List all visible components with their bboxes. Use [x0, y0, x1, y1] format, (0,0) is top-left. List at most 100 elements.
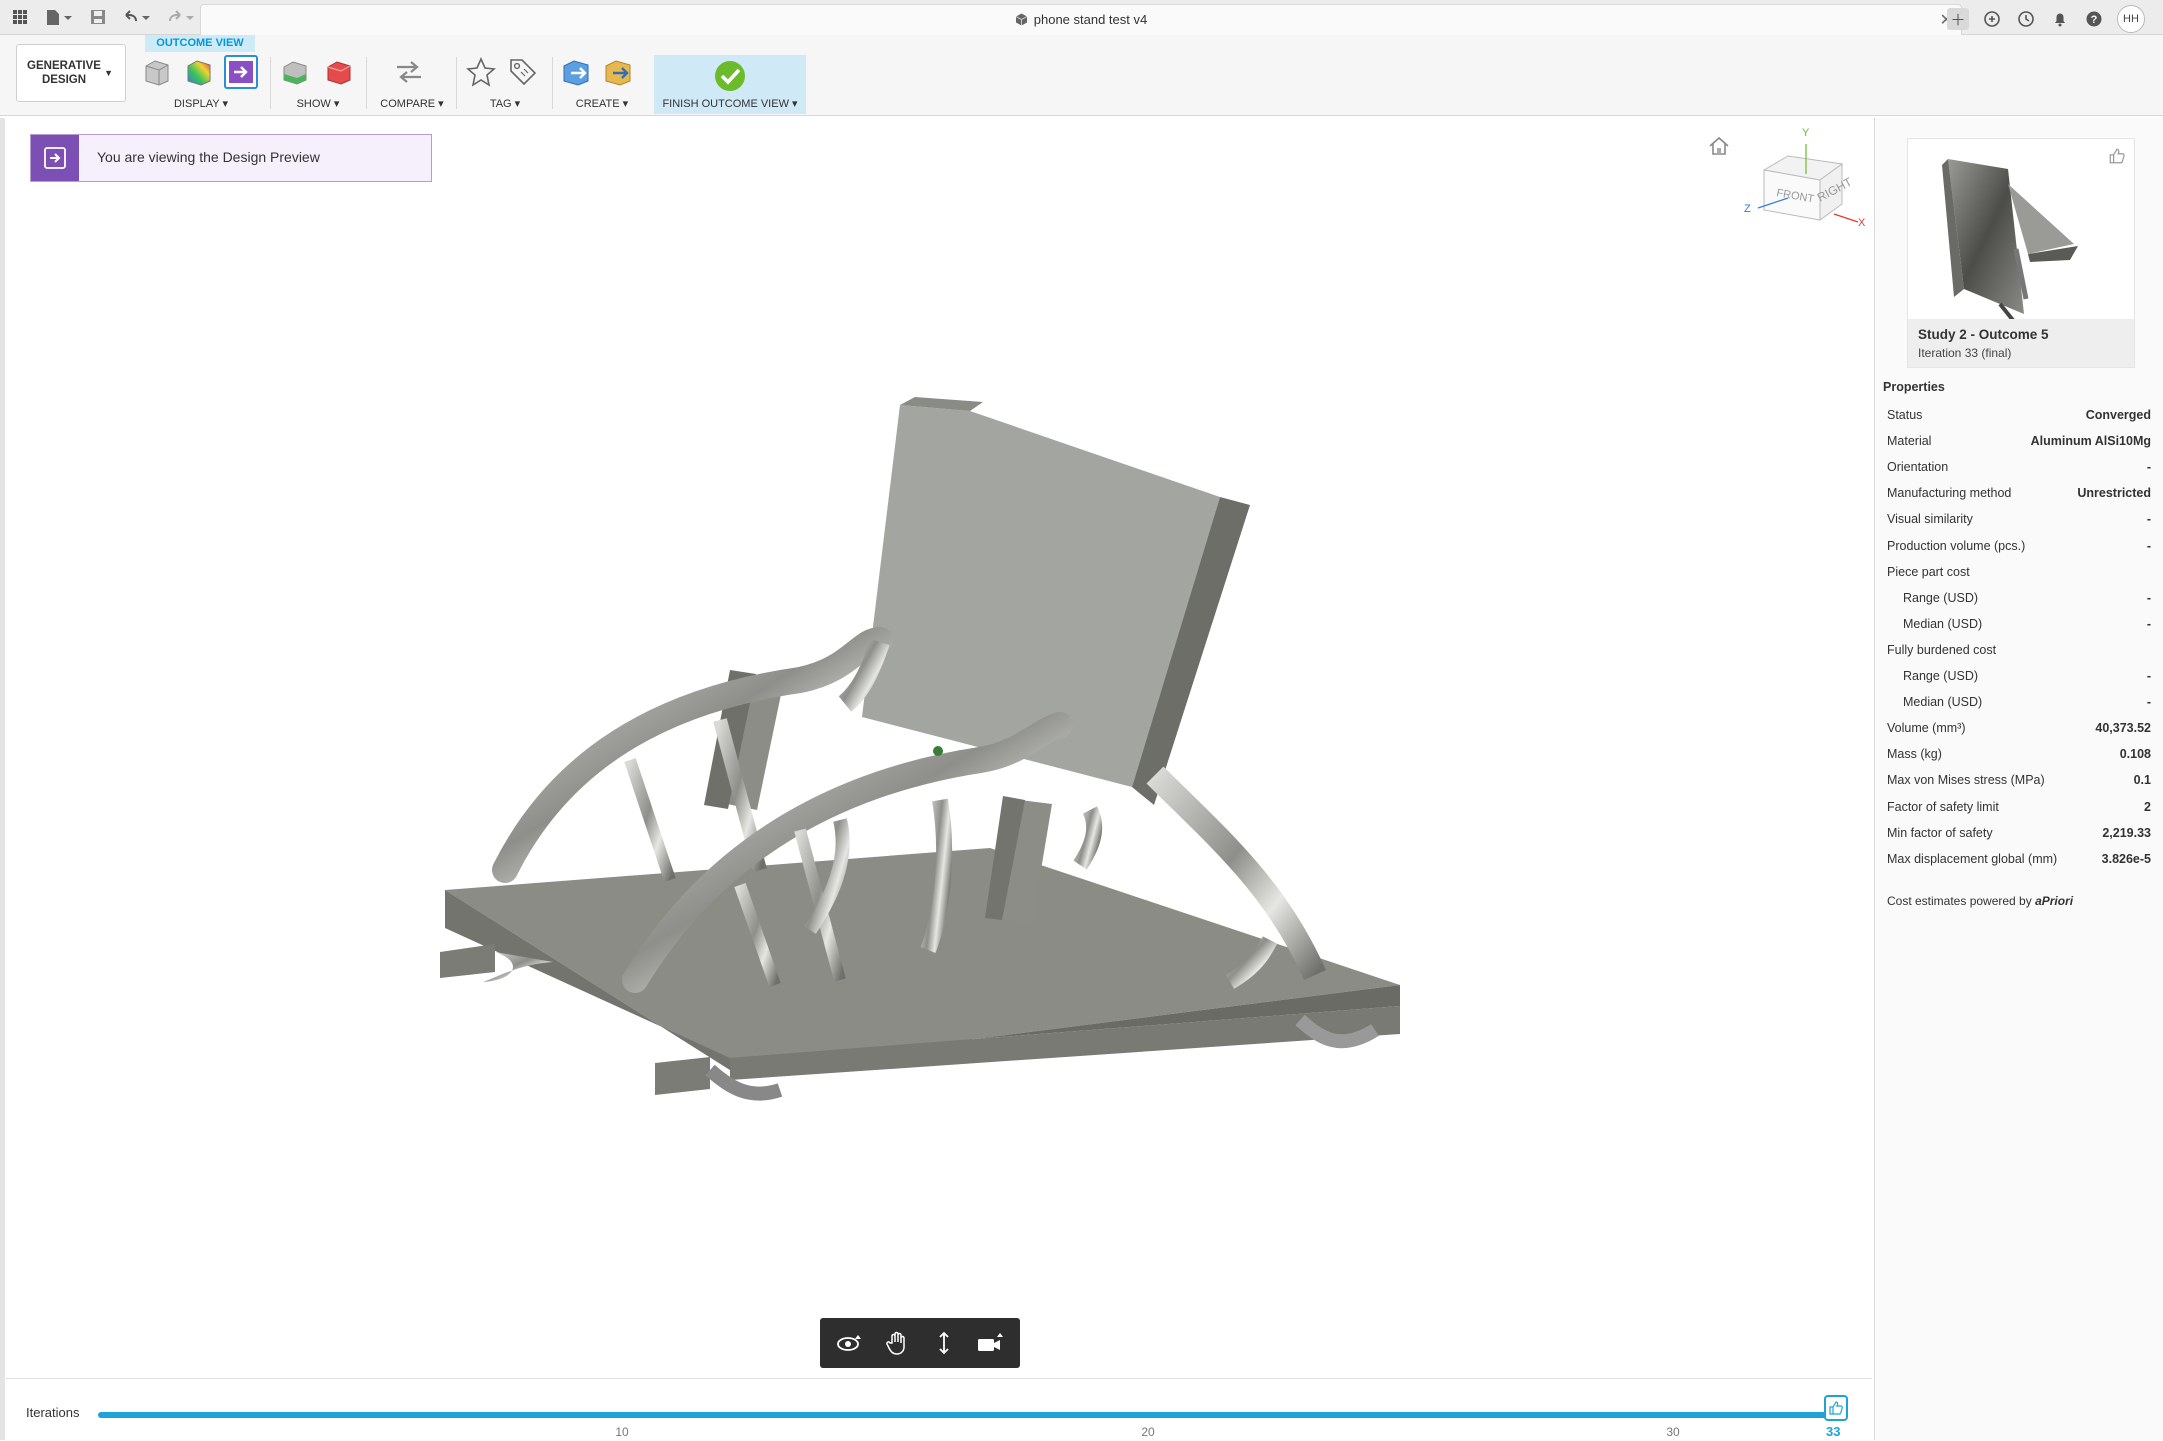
view-cube[interactable]: FRONT RIGHT Y Z X — [1738, 124, 1868, 239]
property-row: Volume (mm³) 40,373.52 — [1887, 721, 2151, 747]
notifications-bell-icon[interactable] — [2049, 8, 2071, 30]
property-key: Min factor of safety — [1887, 825, 1993, 840]
property-row: Max displacement global (mm) 3.826e-5 — [1887, 852, 2151, 878]
property-value: - — [2146, 669, 2151, 683]
display-group: DISPLAY ▾ — [140, 55, 262, 115]
title-bar: phone stand test v4 ✕ ＋ ? HH — [0, 0, 2163, 35]
cost-note-prefix: Cost estimates powered by — [1887, 894, 2032, 908]
compare-arrows-icon[interactable] — [392, 55, 426, 89]
property-key: Production volume (pcs.) — [1887, 538, 2026, 553]
iteration-tick-label: 10 — [615, 1425, 629, 1439]
svg-text:?: ? — [2091, 14, 2098, 26]
property-value: - — [2146, 695, 2151, 710]
file-menu-icon[interactable] — [42, 5, 76, 29]
undo-icon[interactable] — [120, 5, 154, 29]
banner-text: You are viewing the Design Preview — [97, 149, 320, 165]
property-row: Visual similarity - — [1887, 512, 2151, 538]
property-key: Range (USD) — [1903, 669, 1979, 683]
property-row: Factor of safety limit 2 — [1887, 800, 2151, 826]
property-value: 2,219.33 — [2102, 825, 2151, 840]
browser-collapse-strip[interactable] — [0, 118, 5, 1440]
axis-x-label: X — [1858, 217, 1866, 229]
property-key: Status — [1887, 408, 1923, 422]
axis-y-label: Y — [1802, 127, 1810, 139]
design-preview-icon — [31, 135, 79, 181]
display-stress-icon[interactable] — [182, 55, 216, 89]
property-key: Piece part cost — [1887, 564, 1970, 579]
tag-icon[interactable] — [506, 55, 540, 89]
show-group: SHOW ▾ — [278, 55, 358, 115]
property-value: Converged — [2085, 408, 2151, 422]
phone-stand-model[interactable] — [420, 380, 1420, 1125]
ribbon-divider — [456, 57, 457, 109]
property-key: Factor of safety limit — [1887, 799, 1999, 814]
iterations-slider-thumb[interactable] — [1824, 1395, 1848, 1421]
ribbon-divider — [552, 57, 553, 109]
toolbar-ribbon: GENERATIVE DESIGN ▼ OUTCOME VIEW DISPLAY… — [0, 35, 2163, 116]
show-menu-label[interactable]: SHOW ▾ — [278, 97, 358, 110]
save-icon[interactable] — [86, 5, 110, 29]
property-row: Orientation - — [1887, 460, 2151, 486]
zoom-icon[interactable] — [926, 1325, 962, 1361]
display-menu-label[interactable]: DISPLAY ▾ — [140, 97, 262, 110]
property-row: Fully burdened cost — [1887, 643, 2151, 669]
tag-menu-label[interactable]: TAG ▾ — [464, 97, 546, 110]
job-status-icon[interactable] — [2015, 8, 2037, 30]
outcome-card[interactable]: Study 2 - Outcome 5 Iteration 33 (final) — [1907, 138, 2135, 368]
iterations-slider-track[interactable] — [98, 1412, 1834, 1418]
properties-heading: Properties — [1883, 380, 1945, 394]
property-row: Piece part cost — [1887, 565, 2151, 591]
outcome-properties-panel: Study 2 - Outcome 5 Iteration 33 (final)… — [1874, 118, 2163, 1440]
property-row: Max von Mises stress (MPa) 0.1 — [1887, 773, 2151, 799]
property-row: Range (USD) - — [1887, 591, 2151, 617]
document-tab[interactable]: phone stand test v4 ✕ — [200, 4, 1962, 35]
design-preview-icon[interactable] — [224, 55, 258, 89]
pan-hand-icon[interactable] — [879, 1325, 915, 1361]
workspace-switcher[interactable]: GENERATIVE DESIGN ▼ — [16, 44, 126, 102]
property-row: Status Converged — [1887, 408, 2151, 434]
workspace-label-line1: GENERATIVE — [27, 60, 101, 72]
outcome-thumbnail — [1908, 139, 2134, 326]
finish-outcome-view-label[interactable]: FINISH OUTCOME VIEW ▾ — [654, 97, 806, 110]
property-key: Max displacement global (mm) — [1887, 851, 2058, 866]
property-key: Volume (mm³) — [1887, 721, 1966, 736]
create-menu-label[interactable]: CREATE ▾ — [560, 97, 644, 110]
iterations-timeline: Iterations 10 20 30 33 — [6, 1378, 1872, 1441]
show-preserve-geometry-icon[interactable] — [278, 55, 312, 89]
export-mesh-icon[interactable] — [602, 55, 636, 89]
outcome-title: Study 2 - Outcome 5 — [1918, 327, 2049, 342]
property-row: Median (USD) - — [1887, 695, 2151, 721]
property-value: Unrestricted — [2077, 486, 2151, 501]
favorite-star-icon[interactable] — [464, 55, 498, 89]
apriori-logo: aPriori — [2035, 894, 2074, 908]
property-key: Manufacturing method — [1887, 486, 2012, 501]
export-to-design-icon[interactable] — [560, 55, 594, 89]
document-title-text: phone stand test v4 — [1033, 12, 1148, 27]
orbit-icon[interactable] — [832, 1325, 868, 1361]
iteration-tick-label: 20 — [1141, 1425, 1155, 1439]
property-row: Mass (kg) 0.108 — [1887, 747, 2151, 773]
tab-outcome-view[interactable]: OUTCOME VIEW — [145, 35, 255, 52]
camera-views-icon[interactable] — [973, 1325, 1009, 1361]
thumbs-up-icon[interactable] — [2108, 147, 2126, 170]
new-tab-icon[interactable]: ＋ — [1947, 8, 1969, 30]
home-view-icon[interactable] — [1708, 136, 1730, 161]
workspace-label-line2: DESIGN — [41, 74, 87, 86]
compare-menu-label[interactable]: COMPARE ▾ — [374, 97, 450, 110]
thumbs-up-icon — [1829, 1401, 1843, 1415]
property-value: 0.108 — [2119, 747, 2151, 762]
property-value: - — [2146, 512, 2151, 527]
finish-outcome-view-group[interactable]: FINISH OUTCOME VIEW ▾ — [654, 55, 806, 114]
show-obstacle-geometry-icon[interactable] — [322, 55, 356, 89]
property-key: Orientation — [1887, 460, 1949, 475]
apps-grid-icon[interactable] — [8, 5, 32, 29]
extensions-icon[interactable] — [1981, 8, 2003, 30]
user-avatar[interactable]: HH — [2117, 5, 2145, 33]
display-shaded-icon[interactable] — [140, 55, 174, 89]
help-icon[interactable]: ? — [2083, 8, 2105, 30]
property-key: Fully burdened cost — [1887, 642, 1997, 657]
finish-check-icon[interactable] — [713, 59, 747, 98]
redo-icon[interactable] — [164, 5, 198, 29]
property-row: Min factor of safety 2,219.33 — [1887, 826, 2151, 852]
property-value: 40,373.52 — [2095, 721, 2151, 736]
